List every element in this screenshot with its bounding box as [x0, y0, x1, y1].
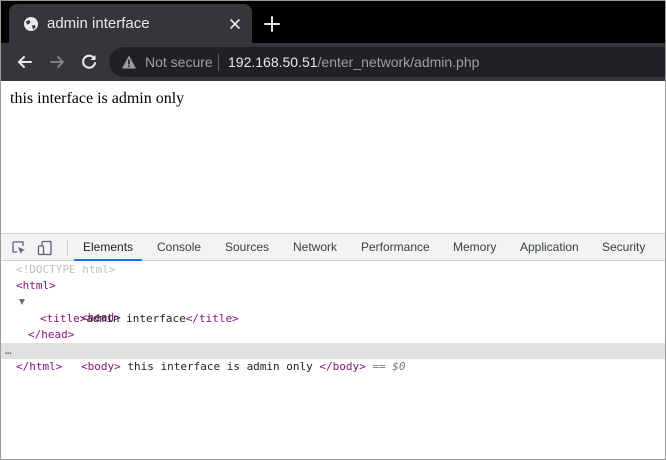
dom-node-doctype[interactable]: <!DOCTYPE html> — [1, 262, 665, 278]
title-text: admin interface — [86, 312, 186, 325]
dom-node-head-close[interactable]: </head> — [1, 327, 665, 343]
devtools-panel: Elements Console Sources Network Perform… — [1, 233, 665, 459]
devtools-tab-bar: Elements Console Sources Network Perform… — [1, 233, 665, 261]
title-close-tag: </title> — [185, 312, 239, 325]
title-open-tag: <title> — [40, 312, 87, 325]
url-text[interactable]: 192.168.50.51/enter_network/admin.php — [228, 54, 479, 70]
inspect-element-icon[interactable] — [11, 240, 27, 256]
tab-security[interactable]: Security — [602, 234, 645, 261]
html-close-tag: </html> — [16, 360, 63, 373]
page-body-text: this interface is admin only — [10, 90, 185, 107]
warning-triangle-icon[interactable] — [121, 54, 137, 70]
tab-console[interactable]: Console — [157, 234, 201, 261]
new-tab-plus-icon[interactable] — [263, 15, 281, 33]
html-open-tag: <html> — [16, 279, 56, 292]
tab-label: Application — [520, 240, 579, 254]
reload-icon[interactable] — [79, 52, 99, 72]
tab-strip: admin interface — [1, 1, 665, 43]
expand-triangle-icon[interactable] — [19, 299, 25, 305]
browser-window: admin interface Not secure 192.168.50.51… — [0, 0, 666, 460]
ellipsis-icon[interactable]: … — [5, 343, 12, 359]
tab-label: Performance — [361, 240, 430, 254]
devtools-divider — [67, 240, 68, 256]
tab-performance[interactable]: Performance — [361, 234, 430, 261]
url-host: 192.168.50.51 — [228, 54, 318, 70]
dom-node-html-close[interactable]: </html> — [1, 359, 665, 375]
back-arrow-icon[interactable] — [15, 52, 35, 72]
forward-arrow-icon[interactable] — [47, 52, 67, 72]
active-tab-indicator — [74, 259, 143, 261]
tab-title: admin interface — [47, 15, 150, 32]
tab-elements[interactable]: Elements — [74, 234, 143, 261]
dom-node-html[interactable]: <html> — [1, 278, 665, 294]
url-path: /enter_network/admin.php — [317, 54, 480, 70]
tab-label: Security — [602, 240, 646, 254]
dom-node-head[interactable]: <head> — [1, 294, 665, 324]
tab-label: Sources — [225, 240, 270, 254]
browser-toolbar: Not secure 192.168.50.51/enter_network/a… — [1, 43, 665, 81]
dom-node-body[interactable]: … <body> this interface is admin only </b… — [1, 343, 665, 373]
close-icon[interactable] — [227, 16, 243, 32]
doctype-text: <!DOCTYPE html> — [16, 263, 116, 276]
tab-application[interactable]: Application — [520, 234, 579, 261]
tab-memory[interactable]: Memory — [453, 234, 496, 261]
device-toggle-icon[interactable] — [37, 240, 53, 256]
tab-label: Network — [293, 240, 338, 254]
not-secure-label[interactable]: Not secure — [145, 54, 213, 70]
address-bar[interactable]: Not secure 192.168.50.51/enter_network/a… — [109, 47, 665, 77]
tab-label: Console — [157, 240, 202, 254]
tab-label: Elements — [83, 240, 134, 254]
globe-icon — [24, 17, 38, 31]
omnibox-divider — [218, 54, 219, 71]
tab-label: Memory — [453, 240, 497, 254]
tab-admin-interface[interactable]: admin interface — [9, 4, 252, 43]
dom-node-title[interactable]: <title>admin interface</title> — [1, 311, 665, 327]
tab-sources[interactable]: Sources — [225, 234, 269, 261]
head-close-tag: </head> — [28, 328, 75, 341]
page-viewport: this interface is admin only — [1, 81, 665, 233]
tab-network[interactable]: Network — [293, 234, 337, 261]
